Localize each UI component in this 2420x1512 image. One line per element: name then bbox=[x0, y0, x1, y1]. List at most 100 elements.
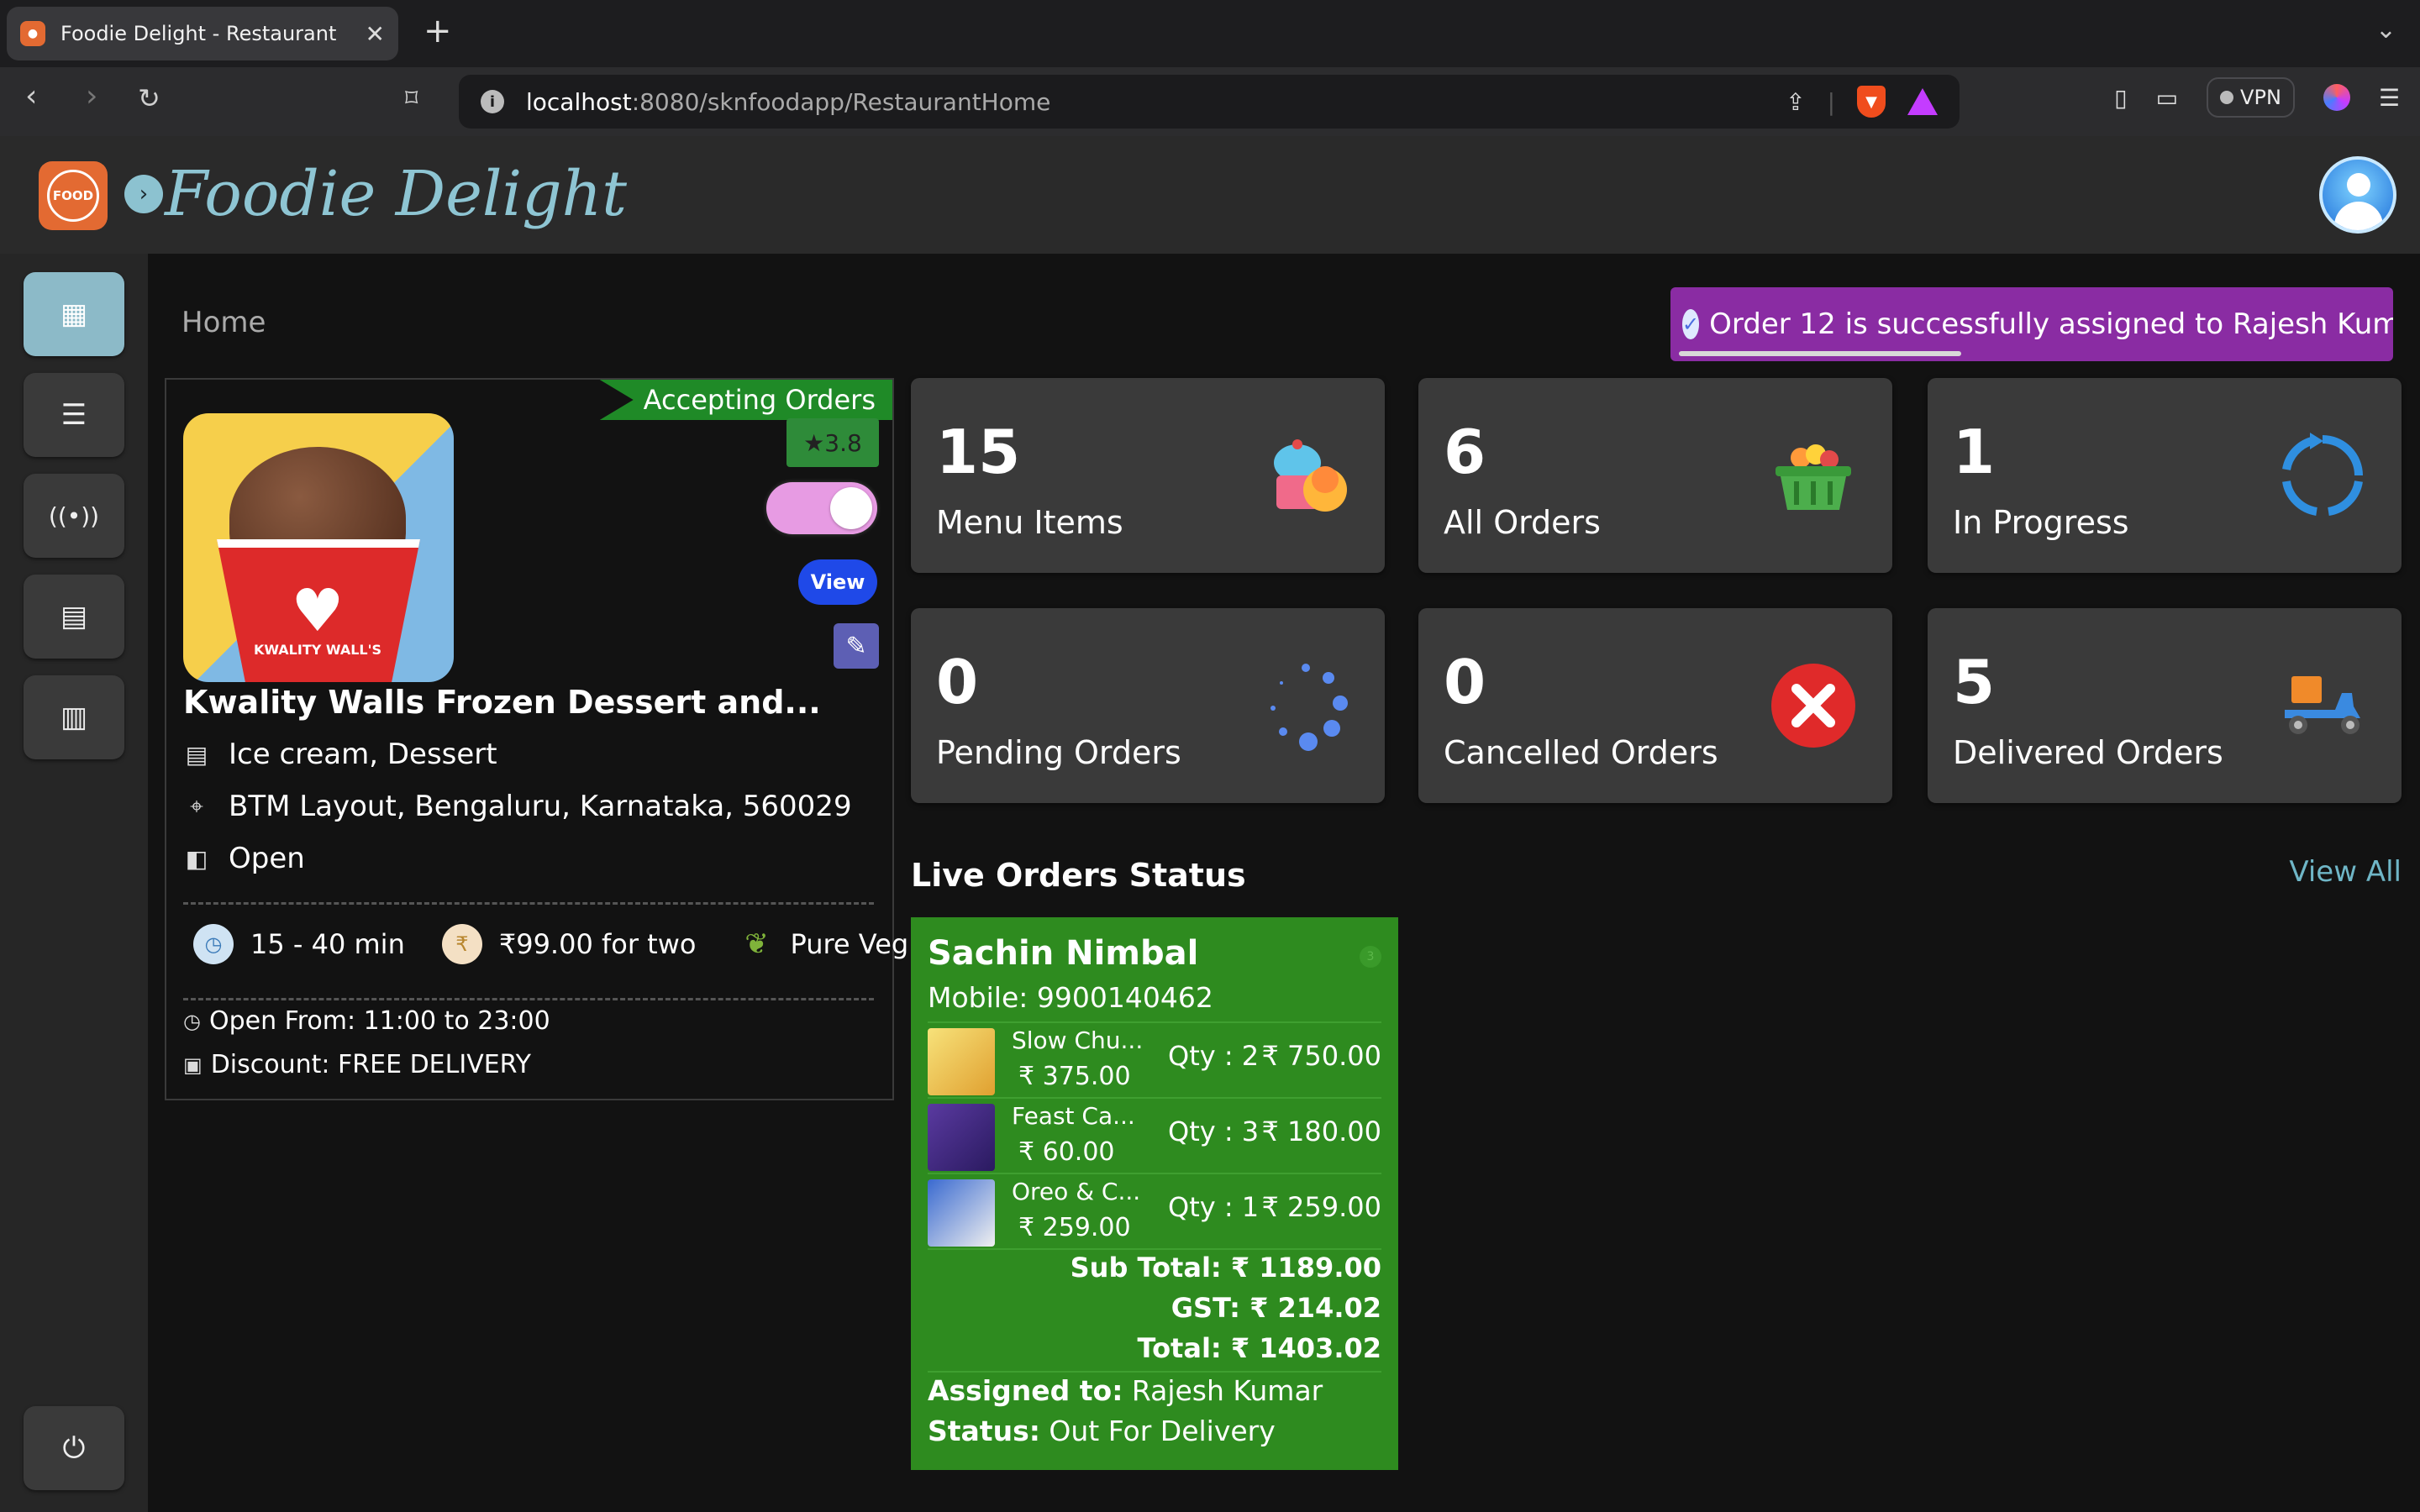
accepting-orders-ribbon: Accepting Orders bbox=[599, 380, 892, 420]
status-label: Status: bbox=[928, 1415, 1040, 1447]
avatar-body bbox=[2334, 202, 2383, 230]
cuisine-row: ▤ Ice cream, Dessert bbox=[183, 738, 497, 771]
brave-shield-icon[interactable]: ▼ bbox=[1857, 86, 1886, 118]
back-icon[interactable]: ‹ bbox=[25, 79, 37, 113]
sidebar-toggle-icon[interactable]: ▯ bbox=[2114, 84, 2127, 112]
customer-name: Sachin Nimbal bbox=[928, 934, 1199, 973]
sidebar-collapse-chevron-icon[interactable]: › bbox=[124, 175, 163, 213]
assigned-value: Rajesh Kumar bbox=[1131, 1374, 1323, 1407]
stat-label: In Progress bbox=[1953, 504, 2129, 541]
bookmark-icon[interactable]: ⌑ bbox=[405, 84, 418, 113]
site-info-icon[interactable]: i bbox=[481, 90, 504, 113]
cuisine-text: Ice cream, Dessert bbox=[229, 738, 497, 771]
ticket-icon: ▣ bbox=[183, 1053, 203, 1077]
total-label: Total: bbox=[1137, 1332, 1222, 1364]
vpn-button[interactable]: VPN bbox=[2207, 77, 2295, 118]
star-icon: ★ bbox=[803, 428, 825, 457]
cost-for-two: ₹99.00 for two bbox=[498, 928, 697, 960]
new-tab-button[interactable]: + bbox=[424, 12, 452, 50]
browser-tabbar: ● Foodie Delight - Restaurant ✕ + ⌄ bbox=[0, 0, 2420, 67]
stat-in-progress[interactable]: 1 In Progress bbox=[1928, 378, 2402, 573]
stat-delivered-orders[interactable]: 5 Delivered Orders bbox=[1928, 608, 2402, 803]
item-thumbnail bbox=[928, 1179, 995, 1247]
wallet-icon[interactable]: ▭ bbox=[2156, 84, 2178, 112]
cupcake-icon bbox=[1255, 425, 1356, 526]
restaurant-name: Kwality Walls Frozen Dessert and... bbox=[183, 684, 821, 721]
accepting-orders-toggle[interactable] bbox=[766, 482, 877, 534]
toast-progress-bar bbox=[1679, 351, 1961, 356]
sidebar-item-reports[interactable]: ▥ bbox=[24, 675, 124, 759]
stat-label: Cancelled Orders bbox=[1444, 734, 1718, 771]
discount-text: Discount: FREE DELIVERY bbox=[210, 1050, 531, 1079]
url-text[interactable]: localhost:8080/sknfoodapp/RestaurantHome bbox=[526, 88, 1764, 116]
reload-icon[interactable]: ↻ bbox=[138, 82, 160, 114]
sidebar-item-live[interactable]: ((•)) bbox=[24, 474, 124, 558]
open-status-text: Open bbox=[229, 842, 305, 875]
brave-rewards-icon[interactable] bbox=[1907, 88, 1938, 115]
stat-label: Menu Items bbox=[936, 504, 1123, 541]
cup-brand-text: KWALITY WALL'S bbox=[253, 642, 382, 658]
status-row: Status: Out For Delivery bbox=[928, 1415, 1276, 1447]
stat-cancelled-orders[interactable]: 0 Cancelled Orders bbox=[1418, 608, 1892, 803]
browser-tab[interactable]: ● Foodie Delight - Restaurant ✕ bbox=[7, 7, 398, 60]
sidebar-item-menu-list[interactable]: ☰ bbox=[24, 373, 124, 457]
item-price: ₹ 375.00 bbox=[1018, 1062, 1131, 1091]
gst-row: GST: ₹ 214.02 bbox=[1171, 1292, 1381, 1324]
order-item: Slow Chu... ₹ 375.00 Qty : 2 ₹ 750.00 bbox=[928, 1021, 1381, 1097]
browser-navbar: ‹ › ↻ ⌑ i localhost:8080/sknfoodapp/Rest… bbox=[0, 67, 2420, 136]
clock-small-icon: ◷ bbox=[183, 1009, 201, 1033]
forward-icon[interactable]: › bbox=[86, 79, 97, 113]
diet-type: Pure Veg bbox=[790, 928, 909, 960]
loading-dots-icon bbox=[1255, 655, 1356, 756]
sidebar-item-orders[interactable]: ▤ bbox=[24, 575, 124, 659]
leo-ai-icon[interactable] bbox=[2323, 84, 2350, 111]
stat-label: All Orders bbox=[1444, 504, 1601, 541]
location-target-icon: ⌖ bbox=[190, 792, 203, 820]
power-icon: ⏻ bbox=[62, 1431, 86, 1465]
assigned-row: Assigned to: Rajesh Kumar bbox=[928, 1374, 1323, 1407]
vpn-status-icon bbox=[2220, 91, 2234, 104]
stat-label: Delivered Orders bbox=[1953, 734, 2223, 771]
address-bar[interactable]: i localhost:8080/sknfoodapp/RestaurantHo… bbox=[459, 75, 1960, 129]
stat-value: 0 bbox=[936, 647, 979, 717]
stat-value: 5 bbox=[1953, 647, 1996, 717]
door-icon: ◧ bbox=[185, 844, 208, 873]
subtotal-row: Sub Total: ₹ 1189.00 bbox=[1071, 1252, 1381, 1284]
toast-notification[interactable]: ✓ Order 12 is successfully assigned to R… bbox=[1670, 287, 2393, 361]
stat-pending-orders[interactable]: 0 Pending Orders bbox=[911, 608, 1385, 803]
address-divider: | bbox=[1827, 87, 1835, 116]
share-icon[interactable]: ⇪ bbox=[1786, 88, 1805, 116]
live-order-card[interactable]: Sachin Nimbal 3 Mobile: 9900140462 Slow … bbox=[911, 917, 1398, 1470]
sidebar: ▦ ☰ ((•)) ▤ ▥ ⏻ bbox=[0, 254, 148, 1512]
stat-menu-items[interactable]: 15 Menu Items bbox=[911, 378, 1385, 573]
edit-icon[interactable]: ✎ bbox=[834, 623, 879, 669]
toast-message: Order 12 is successfully assigned to Raj… bbox=[1709, 307, 2393, 341]
broadcast-icon: ((•)) bbox=[48, 501, 100, 530]
item-thumbnail bbox=[928, 1104, 995, 1171]
view-all-link[interactable]: View All bbox=[2289, 855, 2402, 889]
item-name: Oreo & C... bbox=[1012, 1178, 1141, 1205]
breadcrumb[interactable]: Home bbox=[182, 306, 266, 339]
assigned-label: Assigned to: bbox=[928, 1374, 1123, 1407]
user-avatar[interactable] bbox=[2319, 156, 2396, 234]
menu-icon[interactable]: ☰ bbox=[2379, 84, 2400, 112]
customer-mobile: Mobile: 9900140462 bbox=[928, 981, 1213, 1014]
live-orders-title: Live Orders Status bbox=[911, 857, 1246, 894]
stat-value: 0 bbox=[1444, 647, 1486, 717]
tab-list-chevron-icon[interactable]: ⌄ bbox=[2375, 15, 2396, 45]
restaurant-meta-row: ◷ 15 - 40 min ₹ ₹99.00 for two ❦ Pure Ve… bbox=[193, 924, 908, 964]
browser-actions: ▯ ▭ VPN ☰ bbox=[2114, 77, 2400, 118]
gst-value: ₹ 214.02 bbox=[1249, 1292, 1381, 1324]
subtotal-value: ₹ 1189.00 bbox=[1230, 1252, 1381, 1284]
gst-label: GST: bbox=[1171, 1292, 1240, 1324]
delivery-time: 15 - 40 min bbox=[250, 928, 405, 960]
stat-value: 6 bbox=[1444, 417, 1486, 487]
stat-all-orders[interactable]: 6 All Orders bbox=[1418, 378, 1892, 573]
item-total: ₹ 259.00 bbox=[1261, 1191, 1382, 1223]
tab-close-icon[interactable]: ✕ bbox=[366, 20, 385, 48]
item-total: ₹ 750.00 bbox=[1261, 1040, 1382, 1072]
logout-button[interactable]: ⏻ bbox=[24, 1406, 124, 1490]
sidebar-item-dashboard[interactable]: ▦ bbox=[24, 272, 124, 356]
view-button[interactable]: View bbox=[798, 559, 877, 605]
hours-row: ◷ Open From: 11:00 to 23:00 bbox=[183, 1006, 550, 1036]
